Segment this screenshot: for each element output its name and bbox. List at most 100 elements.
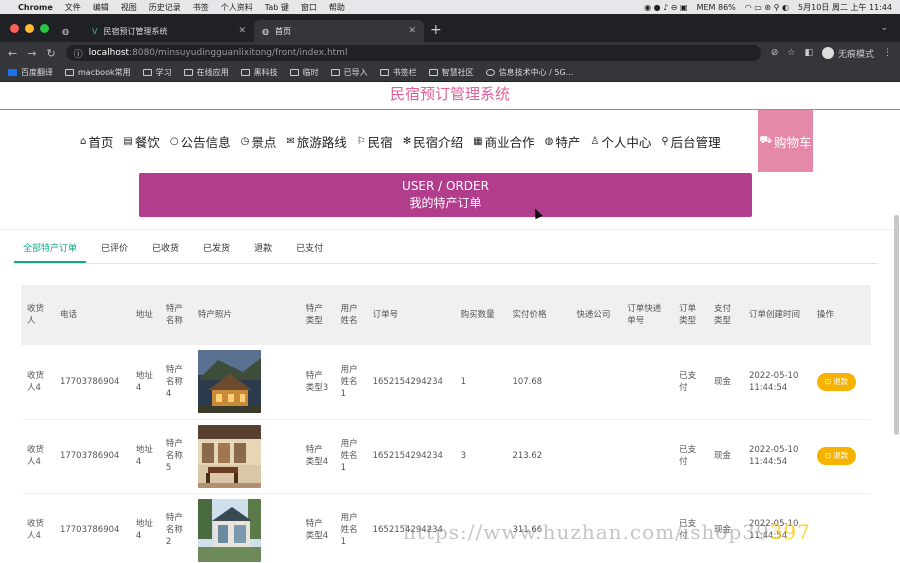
refund-button[interactable]: ⊡ 退款: [816, 372, 857, 391]
back-icon[interactable]: ←: [8, 47, 17, 60]
menu-view[interactable]: 视图: [121, 2, 137, 13]
col-user-name: 用户姓名: [334, 285, 367, 345]
refund-button[interactable]: ⊡ 退款: [816, 447, 857, 465]
incognito-label: 无痕模式: [837, 49, 874, 60]
cell-created: 2022-05-10 11:44:54: [742, 345, 811, 420]
bookmark-item[interactable]: 在线应用: [183, 67, 229, 78]
eye-off-icon[interactable]: ⊘: [771, 48, 779, 58]
tab-refund[interactable]: 退款: [245, 238, 281, 263]
cell-price: 213.62: [506, 419, 571, 494]
nav-home[interactable]: ⌂ 首页: [80, 132, 113, 151]
menu-profile[interactable]: 个人资料: [221, 2, 253, 13]
menu-bookmarks[interactable]: 书签: [193, 2, 209, 13]
window-controls: [10, 24, 49, 33]
menu-file[interactable]: 文件: [65, 2, 81, 13]
tab-all-orders[interactable]: 全部特产订单: [14, 238, 87, 263]
tab-search-icon[interactable]: ⌄: [880, 23, 888, 33]
forward-icon[interactable]: →: [27, 47, 36, 60]
nav-user-center[interactable]: ♙ 个人中心: [590, 132, 651, 151]
bookmark-item[interactable]: macbook常用: [65, 67, 131, 78]
tab-reviewed[interactable]: 已评价: [92, 238, 137, 263]
col-pay-type: 支付类型: [708, 285, 743, 345]
page-scrollbar[interactable]: [894, 215, 899, 435]
menu-dots-icon[interactable]: ⋮: [883, 48, 892, 58]
menu-window[interactable]: 窗口: [301, 2, 317, 13]
zoom-window-icon[interactable]: [40, 24, 49, 33]
new-tab-button[interactable]: +: [430, 22, 442, 38]
cell-address: 地址4: [129, 493, 160, 563]
tab-shipped[interactable]: 已发货: [194, 238, 239, 263]
bookmark-item[interactable]: 百度翻译: [8, 67, 53, 78]
tab-system[interactable]: V 民宿预订管理系统 ✕: [84, 20, 254, 42]
bookmark-item[interactable]: 书签栏: [379, 67, 417, 78]
nav-route[interactable]: ✉ 旅游路线: [286, 132, 346, 151]
nav-homestay[interactable]: ⚐ 民宿: [357, 132, 393, 151]
col-created: 订单创建时间: [742, 285, 811, 345]
cell-user-name: 用户姓名1: [334, 493, 367, 563]
tab-label: 首页: [274, 26, 291, 36]
cell-receiver: 收货人4: [21, 345, 54, 420]
bookmarks-bar: 百度翻译 macbook常用 学习 在线应用 黑科技 临时 已导入 书签栏 智慧…: [0, 64, 900, 82]
col-courier: 快递公司: [570, 285, 622, 345]
status-icons[interactable]: ◉ ● ♪ ⊖ ▣: [644, 3, 688, 12]
info-icon[interactable]: ⓘ: [74, 47, 83, 60]
incognito-icon: [821, 47, 834, 59]
terrace-photo[interactable]: [197, 424, 261, 488]
bookmark-item[interactable]: 信息技术中心 / 5G...: [485, 67, 573, 78]
bookmark-item[interactable]: 黑科技: [240, 67, 278, 78]
tab-paid[interactable]: 已支付: [287, 238, 332, 263]
tab-home[interactable]: ◍ 首页 ✕: [254, 20, 424, 42]
nav-admin[interactable]: ⚲ 后台管理: [661, 132, 720, 151]
close-tab-icon[interactable]: ✕: [238, 26, 246, 36]
menu-tab[interactable]: Tab 键: [265, 2, 289, 13]
nav-notice[interactable]: ○ 公告信息: [170, 132, 231, 151]
clock[interactable]: 5月10日 周二 上午 11:44: [798, 2, 892, 13]
nav-food[interactable]: ▤ 餐饮: [123, 132, 159, 151]
bookmark-item[interactable]: 临时: [289, 67, 319, 78]
banner-en: USER / ORDER: [402, 179, 489, 193]
tab-globe[interactable]: ◍: [56, 20, 84, 42]
sidebar-icon[interactable]: ◧: [804, 48, 813, 58]
homestay-icon: ⚐: [356, 135, 366, 147]
globe-icon: ◍: [62, 26, 69, 36]
cabin-photo[interactable]: [197, 498, 261, 562]
nav-scenic[interactable]: ◷ 景点: [241, 132, 277, 151]
incognito-indicator[interactable]: 无痕模式: [821, 47, 874, 60]
order-status-tabs: 全部特产订单 已评价 已收货 已发货 退款 已支付: [14, 238, 878, 264]
cell-tracking: [621, 345, 674, 420]
url-bar[interactable]: ⓘ localhost:8080/minsuyudingguanlixitong…: [65, 45, 761, 61]
nav-cart[interactable]: ⛟ 购物车: [758, 110, 813, 172]
browser-tab-strip: ◍ V 民宿预订管理系统 ✕ ◍ 首页 ✕ + ⌄: [0, 14, 900, 42]
url-path: :8080/minsuyudingguanlixitong/front/inde…: [129, 48, 348, 58]
site-title: 民宿预订管理系统: [0, 82, 900, 110]
nav-business[interactable]: ▦ 商业合作: [473, 132, 534, 151]
bookmark-item[interactable]: 智慧社区: [428, 67, 474, 78]
translate-icon: [8, 69, 17, 76]
cell-specialty-type: 特产类型4: [299, 419, 335, 494]
cell-specialty-type: 特产类型4: [299, 493, 335, 563]
cell-order-no: 1652154294234: [366, 345, 455, 420]
cell-created: 2022-05-10 11:44:54: [742, 419, 811, 494]
menu-help[interactable]: 帮助: [329, 2, 345, 13]
cell-action: [810, 493, 871, 563]
bookmark-item[interactable]: 学习: [142, 67, 172, 78]
bookmark-item[interactable]: 已导入: [330, 67, 368, 78]
menu-app-name[interactable]: Chrome: [18, 3, 53, 12]
url-host: localhost: [88, 48, 130, 58]
close-window-icon[interactable]: [10, 24, 19, 33]
nav-intro[interactable]: ✻ 民宿介绍: [403, 132, 463, 151]
nav-specialty[interactable]: ◍ 特产: [545, 132, 581, 151]
folder-icon: [183, 69, 193, 76]
business-icon: ▦: [473, 135, 483, 147]
minimize-window-icon[interactable]: [25, 24, 34, 33]
col-order-no: 订单号: [366, 285, 455, 345]
menu-history[interactable]: 历史记录: [149, 2, 181, 13]
house-photo-night[interactable]: [197, 350, 261, 414]
wifi-icon[interactable]: ◠ ▭ ⊛ ⚲ ◐: [745, 3, 789, 12]
reload-icon[interactable]: ↻: [46, 47, 55, 60]
tab-received[interactable]: 已收货: [143, 238, 188, 263]
close-tab-icon[interactable]: ✕: [408, 26, 416, 36]
menu-edit[interactable]: 编辑: [93, 2, 109, 13]
cell-courier: [570, 345, 622, 420]
star-icon[interactable]: ☆: [787, 48, 795, 58]
